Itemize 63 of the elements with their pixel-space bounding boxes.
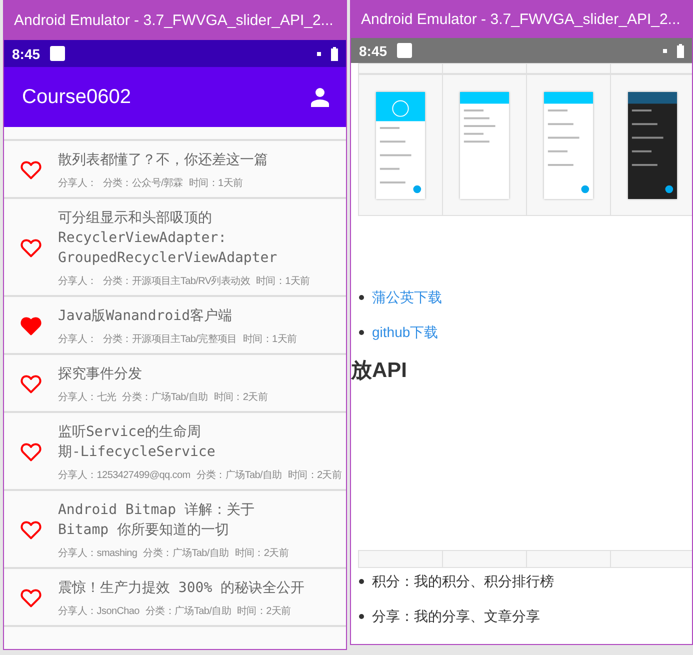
- signal-icon: [317, 52, 321, 56]
- heart-icon[interactable]: [20, 374, 42, 394]
- bullet-icon: [359, 294, 364, 300]
- article-title: 探究事件分发: [58, 365, 143, 384]
- sharer-text: 分享人：: [58, 274, 97, 288]
- article-title: 震惊！生产力提效 300% 的秘诀全公开: [58, 579, 305, 598]
- sharer-text: 分享人：: [58, 176, 97, 190]
- category-text: 分类：广场Tab/自助: [143, 546, 229, 560]
- time-text: 时间：2天前: [237, 604, 291, 618]
- battery-icon: [331, 46, 338, 60]
- window-title: Android Emulator - 3.7_FWVGA_slider_API_2...: [4, 1, 346, 40]
- article-row[interactable]: 监听Service的生命周 期-LifecycleService 分享人：1253427499@qq.com 分类：广场Tab/自助 时间：2天前: [4, 413, 346, 491]
- article-title: Java版Wanandroid客户端: [58, 307, 234, 326]
- clock-text: 8:45: [359, 42, 388, 58]
- time-text: 时间：2天前: [234, 546, 289, 560]
- article-title: 可分组显示和头部吸顶的 RecyclerViewAdapter: GroupedRecyclerViewAdapter: [58, 209, 278, 268]
- download-link[interactable]: github下载: [372, 323, 438, 341]
- person-icon[interactable]: [310, 87, 330, 107]
- download-link[interactable]: 蒲公英下载: [372, 288, 442, 306]
- time-text: 时间：2天前: [214, 390, 268, 404]
- time-text: 时间：2天前: [288, 468, 342, 482]
- heart-icon[interactable]: [20, 442, 42, 462]
- time-text: 时间：1天前: [256, 274, 310, 288]
- sharer-text: 分享人：smashing: [58, 546, 138, 560]
- signal-icon: [663, 48, 667, 52]
- article-row[interactable]: Java版Wanandroid客户端 分享人： 分类：开源项目主Tab/完整项目 时间：1天前: [4, 297, 346, 355]
- bullet-icon: [359, 330, 364, 334]
- heart-icon[interactable]: [20, 520, 42, 540]
- notification-icon: [397, 43, 412, 58]
- feature-text: 分享：我的分享、文章分享: [372, 607, 540, 625]
- battery-icon: [677, 44, 684, 58]
- article-row[interactable]: 震惊！生产力提效 300% 的秘诀全公开 分享人：JsonChao 分类：广场Tab/自助 时间：2天前: [4, 569, 346, 627]
- category-text: 分类：公众号/郭霖: [102, 176, 183, 190]
- time-text: 时间：1天前: [188, 176, 243, 190]
- category-text: 分类：广场Tab/自助: [145, 604, 232, 618]
- heart-icon[interactable]: [20, 588, 42, 608]
- article-row[interactable]: Android Bitmap 详解：关于 Bitamp 你所要知道的一切 分享人：smashing 分类：广场Tab/自助 时间：2天前: [4, 491, 346, 569]
- heart-icon[interactable]: [20, 316, 42, 336]
- article-row[interactable]: 可分组显示和头部吸顶的 RecyclerViewAdapter: GroupedRecyclerViewAdapter 分享人： 分类：开源项目主Tab/RV列表动效 时间：1天前: [4, 199, 346, 297]
- window-title: Android Emulator - 3.7_FWVGA_slider_API_2...: [351, 1, 692, 38]
- category-text: 分类：广场Tab/自助: [196, 468, 282, 482]
- article-row[interactable]: 散列表都懂了？不，你还差这一篇 分享人： 分类：公众号/郭霖 时间：1天前: [4, 141, 346, 199]
- feature-text: 积分：我的积分、积分排行榜: [372, 572, 554, 590]
- bullet-icon: [359, 578, 364, 584]
- article-row[interactable]: 探究事件分发 分享人：七光 分类：广场Tab/自助 时间：2天前: [4, 355, 346, 413]
- clock-text: 8:45: [12, 46, 40, 62]
- sharer-text: 分享人：1253427499@qq.com: [58, 468, 190, 482]
- bullet-icon: [359, 614, 364, 618]
- category-text: 分类：开源项目主Tab/RV列表动效: [102, 274, 250, 288]
- heart-icon[interactable]: [20, 160, 42, 180]
- sharer-text: 分享人：JsonChao: [58, 604, 140, 618]
- time-text: 时间：1天前: [242, 332, 297, 346]
- heart-icon[interactable]: [20, 238, 42, 258]
- sharer-text: 分享人：: [58, 332, 97, 346]
- notification-icon: [50, 46, 66, 61]
- sharer-text: 分享人：七光: [58, 390, 116, 404]
- app-title: Course0602: [22, 86, 131, 108]
- category-text: 分类：开源项目主Tab/完整项目: [102, 332, 237, 346]
- article-title: 散列表都懂了？不，你还差这一篇: [58, 151, 268, 170]
- section-heading: 放API: [351, 358, 408, 384]
- article-title: 监听Service的生命周 期-LifecycleService: [58, 423, 216, 462]
- category-text: 分类：广场Tab/自助: [122, 390, 208, 404]
- article-title: Android Bitmap 详解：关于 Bitamp 你所要知道的一切: [58, 501, 256, 540]
